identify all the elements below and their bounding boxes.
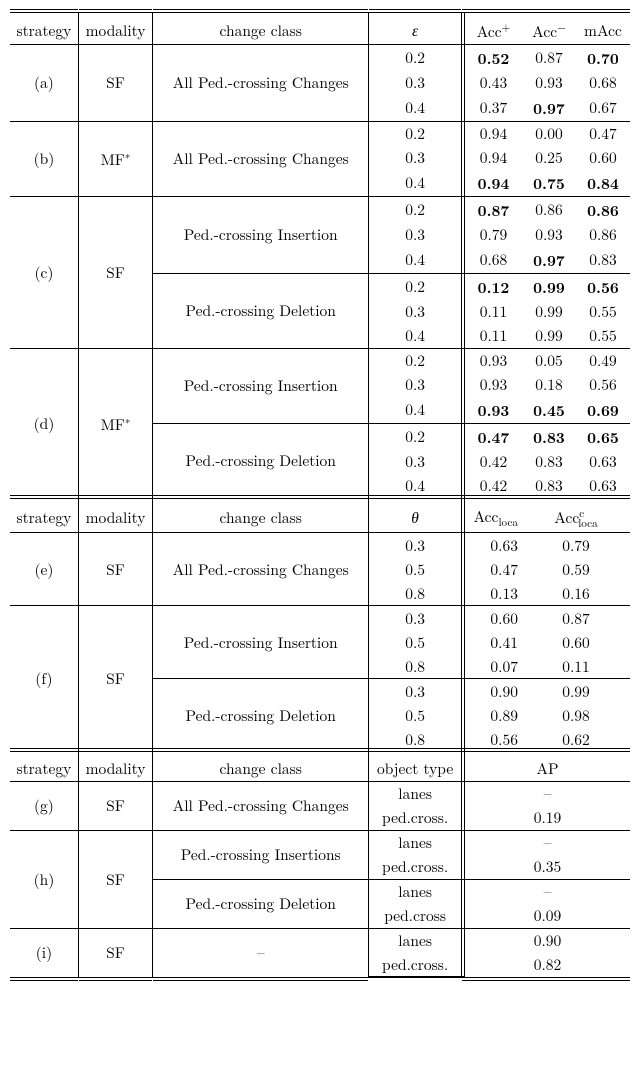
row-d1-1: (d) MF∗ Ped.-crossing Insertion 0.2 0.93…	[10, 348, 630, 373]
row-i-1: (i) SF – lanes 0.90	[10, 928, 630, 953]
cc-b: All Ped.-crossing Changes	[153, 121, 369, 196]
row-h1-1: (h) SF Ped.-crossing Insertions lanes –	[10, 830, 630, 855]
mod-d: MF∗	[78, 348, 152, 498]
row-b-1: (b) MF∗ All Ped.-crossing Changes 0.2 0.…	[10, 121, 630, 146]
hdr-accloca-c: Acccloca	[522, 498, 630, 533]
hdr-change: change class	[153, 13, 369, 45]
row-g-1: (g) SF All Ped.-crossing Changes lanes –	[10, 781, 630, 806]
row-c1-1: (c) SF Ped.-crossing Insertion 0.2 0.870…	[10, 196, 630, 223]
cc-d1: Ped.-crossing Insertion	[153, 348, 369, 423]
hdr-accloca: Accloca	[462, 498, 522, 533]
header-section-2: strategy modality change class θ Accloca…	[10, 498, 630, 533]
hdr-accm: Acc−	[522, 13, 576, 45]
header-section-1: strategy modality change class ε Acc+ Ac…	[10, 13, 630, 45]
hdr-strategy: strategy	[10, 13, 78, 45]
hdr-eps: ε	[369, 13, 462, 45]
mod-b: MF∗	[78, 121, 152, 196]
row-e-1: (e) SF All Ped.-crossing Changes 0.3 0.6…	[10, 533, 630, 558]
row-f1-1: (f) SF Ped.-crossing Insertion 0.3 0.600…	[10, 606, 630, 631]
label-d: (d)	[10, 348, 78, 498]
row-a-1: (a) SF All Ped.-crossing Changes 0.2 0.5…	[10, 44, 630, 71]
results-table: strategy modality change class ε Acc+ Ac…	[10, 12, 630, 978]
label-a: (a)	[10, 44, 78, 121]
label-b: (b)	[10, 121, 78, 196]
label-c: (c)	[10, 196, 78, 348]
cc-c2: Ped.-crossing Deletion	[153, 273, 369, 348]
hdr-accp: Acc+	[462, 13, 522, 45]
cc-c1: Ped.-crossing Insertion	[153, 196, 369, 273]
cc-a: All Ped.-crossing Changes	[153, 44, 369, 121]
hdr-modality: modality	[78, 13, 152, 45]
cc-d2: Ped.-crossing Deletion	[153, 423, 369, 498]
mod-c: SF	[78, 196, 152, 348]
mod-a: SF	[78, 44, 152, 121]
hdr-macc: mAcc	[576, 13, 630, 45]
header-section-3: strategy modality change class object ty…	[10, 752, 630, 782]
